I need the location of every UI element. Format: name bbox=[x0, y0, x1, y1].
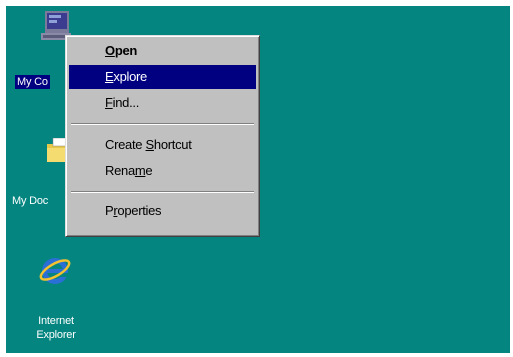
menu-item-rename[interactable]: Rename bbox=[69, 159, 256, 183]
menu-item-open[interactable]: Open bbox=[69, 39, 256, 63]
menu-item-explore-text-post: xplore bbox=[113, 69, 147, 84]
menu-item-rename-text-pre: Rena bbox=[105, 163, 135, 178]
menu-item-find-accel: F bbox=[105, 95, 113, 110]
menu-item-open-text-post: pen bbox=[114, 43, 138, 58]
icon-label-my-computer[interactable]: My Co bbox=[15, 75, 50, 89]
internet-explorer-icon[interactable] bbox=[38, 253, 72, 287]
menu-item-explore[interactable]: Explore bbox=[69, 65, 256, 89]
desktop[interactable]: My Co My Doc Internet Explorer Open Expl… bbox=[6, 6, 510, 353]
menu-separator bbox=[71, 123, 254, 125]
icon-label-my-documents[interactable]: My Doc bbox=[12, 194, 48, 208]
icon-label-line-1: Internet bbox=[38, 315, 74, 327]
menu-item-create-shortcut-accel: S bbox=[145, 137, 155, 152]
menu-separator bbox=[71, 191, 254, 193]
menu-item-find[interactable]: Find... bbox=[69, 91, 256, 115]
menu-item-open-accel: O bbox=[105, 43, 115, 58]
menu-item-create-shortcut-text-post: hortcut bbox=[153, 137, 192, 152]
menu-item-properties-text-post: operties bbox=[117, 203, 162, 218]
menu-item-rename-text-post: e bbox=[145, 163, 153, 178]
menu-item-create-shortcut-text-pre: Create bbox=[105, 137, 146, 152]
context-menu: Open Explore Find... Create Shortcut Ren… bbox=[65, 35, 260, 237]
menu-item-properties[interactable]: Properties bbox=[69, 199, 256, 223]
icon-label-internet-explorer[interactable]: Internet Explorer bbox=[34, 314, 78, 342]
icon-label-line-2: Explorer bbox=[36, 329, 76, 341]
menu-item-create-shortcut[interactable]: Create Shortcut bbox=[69, 133, 256, 157]
menu-item-find-text-post: ind... bbox=[112, 95, 140, 110]
menu-item-rename-accel: m bbox=[134, 163, 146, 178]
